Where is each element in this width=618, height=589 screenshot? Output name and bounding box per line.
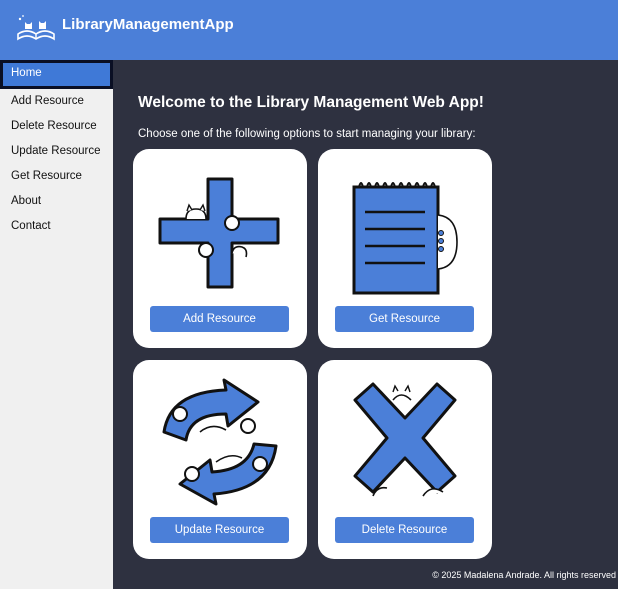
plus-cats-icon — [158, 177, 280, 289]
main-content: Welcome to the Library Management Web Ap… — [113, 60, 618, 589]
update-resource-card: Update Resource — [133, 360, 307, 559]
notepad-cat-icon — [352, 182, 458, 295]
delete-resource-card: Delete Resource — [318, 360, 492, 559]
footer-copyright: © 2025 Madalena Andrade. All rights rese… — [432, 570, 616, 580]
sidebar-item-get-resource[interactable]: Get Resource — [0, 164, 113, 189]
delete-resource-button[interactable]: Delete Resource — [335, 517, 474, 543]
sidebar-item-add-resource[interactable]: Add Resource — [0, 89, 113, 114]
get-resource-button[interactable]: Get Resource — [335, 306, 474, 332]
sidebar-item-delete-resource[interactable]: Delete Resource — [0, 114, 113, 139]
get-resource-card: Get Resource — [318, 149, 492, 348]
sidebar-item-about[interactable]: About — [0, 189, 113, 214]
sidebar-item-contact[interactable]: Contact — [0, 214, 113, 239]
sidebar-item-update-resource[interactable]: Update Resource — [0, 139, 113, 164]
app-title: LibraryManagementApp — [62, 16, 234, 33]
page-title: Welcome to the Library Management Web Ap… — [138, 94, 484, 111]
x-cross-cats-icon — [353, 382, 457, 497]
sidebar-item-home[interactable]: Home — [0, 60, 113, 89]
update-resource-button[interactable]: Update Resource — [150, 517, 289, 543]
sidebar-nav: Home Add Resource Delete Resource Update… — [0, 60, 113, 589]
add-resource-card: Add Resource — [133, 149, 307, 348]
book-cats-logo-icon — [17, 15, 55, 41]
refresh-arrows-cats-icon — [162, 378, 278, 506]
app-header: LibraryManagementApp — [0, 0, 618, 60]
add-resource-button[interactable]: Add Resource — [150, 306, 289, 332]
page-subtitle: Choose one of the following options to s… — [138, 128, 476, 140]
